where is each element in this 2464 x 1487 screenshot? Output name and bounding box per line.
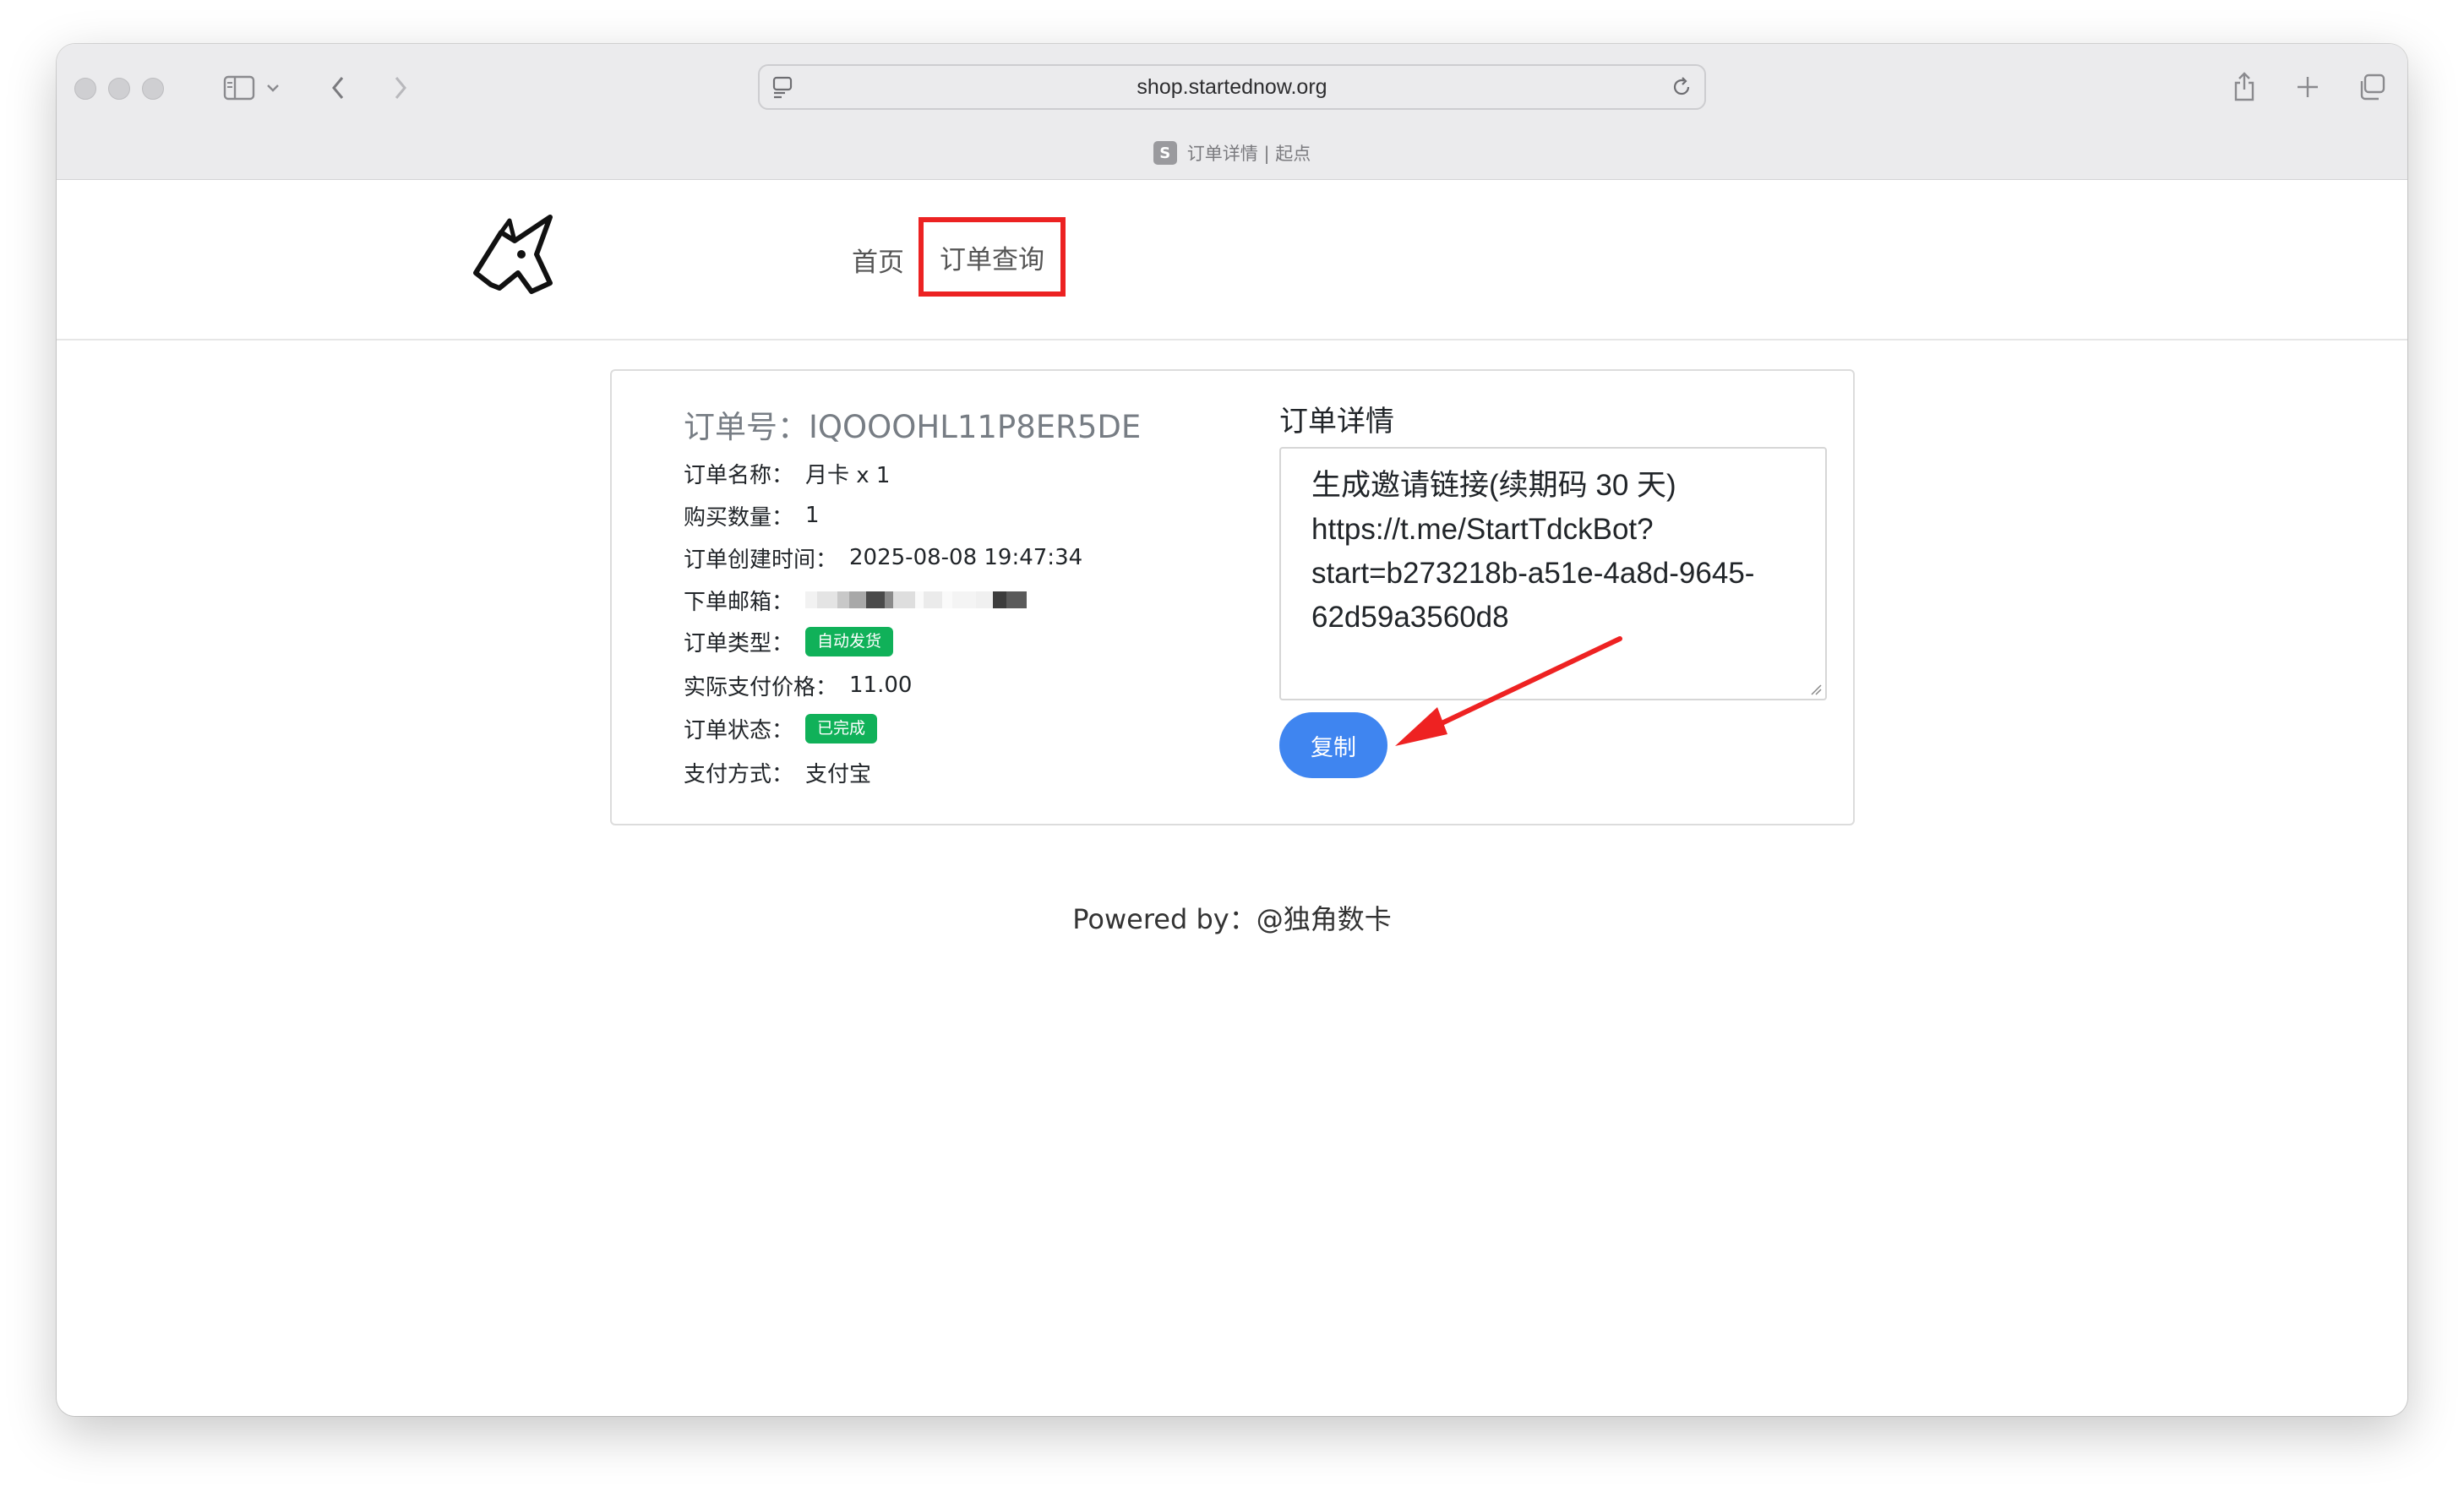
price-value: 11.00: [849, 673, 913, 698]
details-line: 62d59a3560d8: [1311, 601, 1509, 634]
chevron-down-icon[interactable]: [263, 76, 283, 100]
details-title: 订单详情: [1279, 405, 1394, 438]
quantity-row: 购买数量： 1: [684, 498, 820, 532]
order-status-badge: 已完成: [805, 713, 878, 744]
order-type-label: 订单类型：: [684, 630, 794, 656]
order-type-row: 订单类型： 自动发货: [684, 624, 894, 658]
order-type-badge: 自动发货: [805, 626, 894, 656]
order-number: 订单号：IQOOOHL11P8ER5DE: [684, 401, 1141, 447]
created-time-label: 订单创建时间：: [684, 547, 838, 573]
order-status-row: 订单状态： 已完成: [684, 711, 878, 745]
details-textarea[interactable]: 生成邀请链接(续期码 30 天) https://t.me/StartTdckB…: [1279, 447, 1827, 700]
price-row: 实际支付价格： 11.00: [684, 668, 912, 702]
tab-overview-icon[interactable]: [2356, 72, 2388, 102]
created-time-row: 订单创建时间： 2025-08-08 19:47:34: [684, 541, 1082, 575]
new-tab-icon[interactable]: [2293, 73, 2322, 101]
quantity-label: 购买数量：: [684, 504, 794, 531]
payment-value: 支付宝: [805, 761, 872, 787]
quantity-value: 1: [805, 503, 820, 528]
order-number-value: IQOOOHL11P8ER5DE: [809, 409, 1142, 445]
site-favicon: S: [1153, 141, 1177, 165]
unicorn-logo-icon[interactable]: [462, 210, 562, 298]
redacted-email: [805, 591, 1028, 608]
order-name-value: 月卡 x 1: [805, 462, 891, 488]
copy-button[interactable]: 复制: [1279, 712, 1387, 778]
minimize-window-button[interactable]: [108, 78, 130, 100]
order-card: 订单号：IQOOOHL11P8ER5DE 订单名称： 月卡 x 1 购买数量： …: [610, 369, 1855, 825]
tab-title: 订单详情 | 起点: [1186, 144, 1311, 164]
url-text[interactable]: shop.startednow.org: [760, 66, 1704, 108]
order-name-label: 订单名称：: [684, 462, 794, 488]
email-row: 下单邮箱：: [684, 583, 1028, 617]
order-name-row: 订单名称： 月卡 x 1: [684, 456, 890, 490]
nav-orders-label: 订单查询: [940, 244, 1044, 275]
close-window-button[interactable]: [74, 78, 96, 100]
created-time-value: 2025-08-08 19:47:34: [849, 545, 1083, 570]
address-bar[interactable]: shop.startednow.org: [758, 64, 1706, 110]
zoom-window-button[interactable]: [142, 78, 164, 100]
price-label: 实际支付价格：: [684, 674, 838, 700]
nav-orders-link[interactable]: 订单查询: [919, 217, 1066, 297]
share-icon[interactable]: [2230, 69, 2259, 105]
sidebar-icon[interactable]: [222, 73, 256, 103]
web-page: 首页 订单查询 订单号：IQOOOHL11P8ER5DE 订单名称： 月卡 x …: [57, 180, 2407, 1416]
active-tab[interactable]: S 订单详情 | 起点: [57, 140, 2407, 166]
powered-by-footer: Powered by：@独角数卡: [1072, 903, 1392, 935]
order-status-label: 订单状态：: [684, 717, 794, 744]
order-number-label: 订单号：: [684, 409, 809, 445]
resize-grip-icon[interactable]: [1810, 684, 1822, 695]
details-line: https://t.me/StartTdckBot?: [1311, 513, 1654, 546]
back-icon[interactable]: [325, 71, 351, 105]
payment-row: 支付方式： 支付宝: [684, 755, 871, 789]
browser-window: shop.startednow.org S 订单详情 | 起点 首页 订单查询 …: [57, 44, 2407, 1416]
reload-icon[interactable]: [1669, 74, 1694, 100]
browser-toolbar: shop.startednow.org S 订单详情 | 起点: [57, 44, 2407, 180]
details-line: start=b273218b-a51e-4a8d-9645-: [1311, 557, 1755, 590]
payment-label: 支付方式：: [684, 761, 794, 787]
forward-icon[interactable]: [388, 71, 413, 105]
site-navbar: 首页 订单查询: [57, 180, 2407, 340]
details-line: 生成邀请链接(续期码 30 天): [1311, 469, 1676, 502]
email-label: 下单邮箱：: [684, 589, 794, 615]
nav-home-link[interactable]: 首页: [852, 241, 904, 279]
